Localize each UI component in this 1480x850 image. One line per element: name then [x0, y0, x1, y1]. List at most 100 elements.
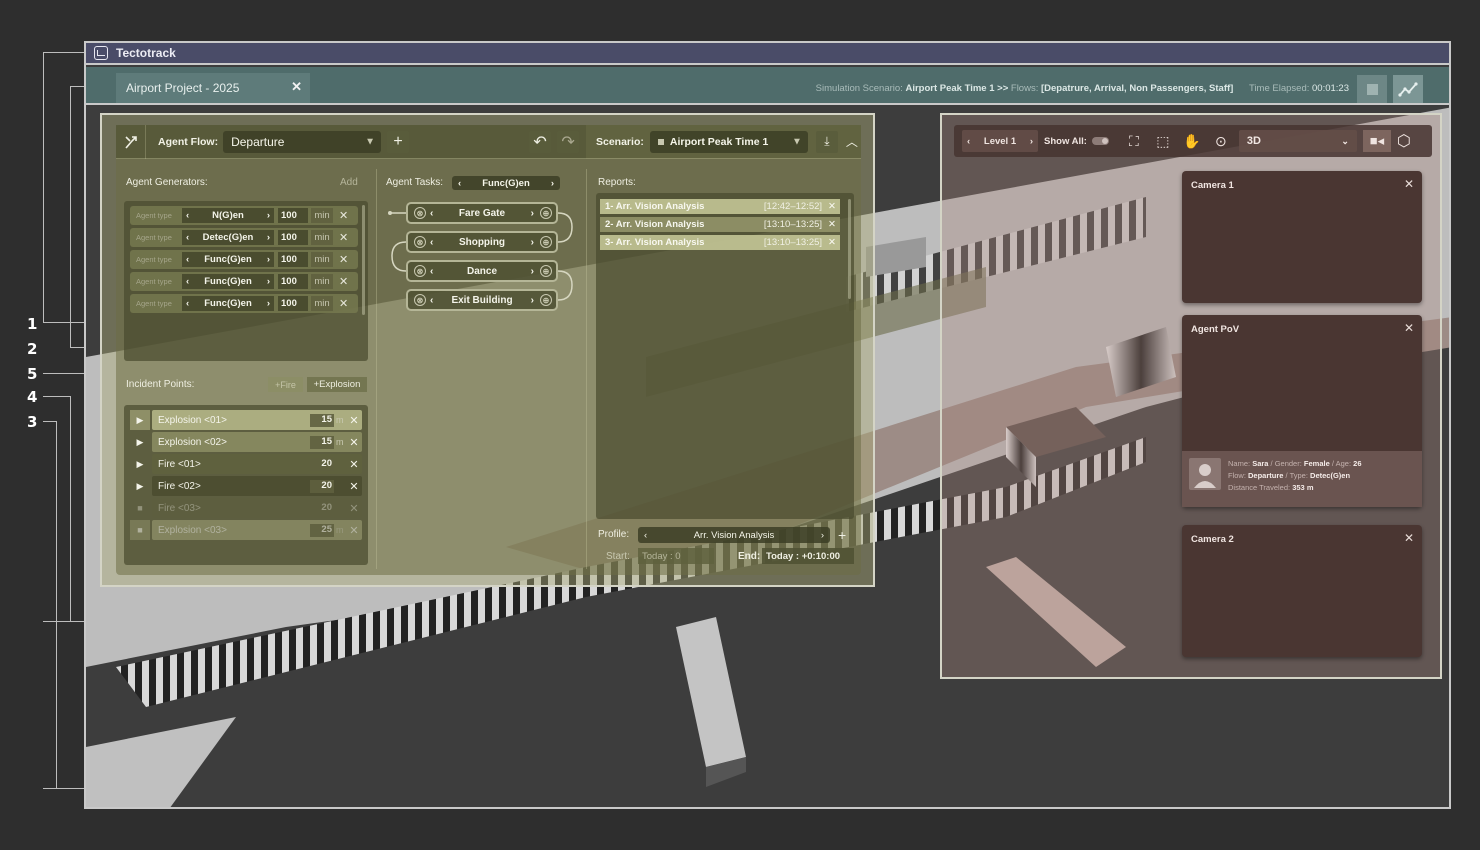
add-task-icon[interactable]: ⊕	[540, 207, 552, 219]
close-camera-icon[interactable]: ✕	[1404, 321, 1414, 335]
incident-radius[interactable]: 15	[310, 413, 334, 427]
task-generator-select[interactable]: ‹ Func(G)en ›	[452, 176, 560, 190]
show-all-toggle[interactable]	[1091, 137, 1109, 145]
remove-generator-icon[interactable]: ✕	[339, 297, 348, 310]
stop-button[interactable]	[1357, 75, 1387, 103]
stop-icon[interactable]: ■	[130, 498, 150, 518]
remove-generator-icon[interactable]: ✕	[339, 253, 348, 266]
target-icon[interactable]: ⊙	[1210, 130, 1232, 152]
import-scenario-button[interactable]: ⤓	[815, 130, 838, 153]
chevron-right-icon[interactable]: ›	[267, 276, 270, 287]
chevron-left-icon[interactable]: ‹	[458, 178, 461, 189]
chevron-left-icon[interactable]: ‹	[644, 530, 647, 541]
chevron-left-icon[interactable]: ‹	[186, 276, 189, 287]
remove-generator-icon[interactable]: ✕	[339, 231, 348, 244]
chevron-right-icon[interactable]: ›	[531, 237, 534, 248]
generator-select[interactable]: ‹ Detec(G)en ›	[182, 230, 274, 245]
report-row[interactable]: 1- Arr. Vision Analysis [12:42–12:52] ✕	[600, 199, 840, 214]
chevron-right-icon[interactable]: ›	[821, 530, 824, 541]
task-row[interactable]: ⊗ ‹ Shopping › ⊕	[406, 231, 558, 253]
remove-report-icon[interactable]: ✕	[828, 201, 836, 212]
chevron-left-icon[interactable]: ‹	[186, 298, 189, 309]
chevron-right-icon[interactable]: ›	[267, 298, 270, 309]
task-row[interactable]: ⊗ ‹ Fare Gate › ⊕	[406, 202, 558, 224]
incident-row[interactable]: ▶ Explosion <02> 15 m ✕	[130, 432, 362, 452]
collapse-panel-icon[interactable]: ︿	[846, 133, 858, 150]
chevron-right-icon[interactable]: ›	[551, 178, 554, 189]
close-tab-icon[interactable]: ✕	[291, 79, 302, 95]
incident-radius[interactable]: 20	[310, 457, 334, 471]
chevron-right-icon[interactable]: ›	[1030, 136, 1033, 147]
remove-incident-icon[interactable]: ✕	[346, 458, 362, 471]
play-icon[interactable]: ▶	[130, 476, 150, 496]
generator-select[interactable]: ‹ Func(G)en ›	[182, 274, 274, 289]
chevron-left-icon[interactable]: ‹	[186, 254, 189, 265]
camera-1-view[interactable]: Camera 1 ✕	[1182, 171, 1422, 303]
remove-incident-icon[interactable]: ✕	[346, 436, 362, 449]
chevron-right-icon[interactable]: ›	[531, 208, 534, 219]
chevron-right-icon[interactable]: ›	[267, 232, 270, 243]
remove-incident-icon[interactable]: ✕	[346, 524, 362, 537]
incident-row[interactable]: ■ Explosion <03> 25 m ✕	[130, 520, 362, 540]
chevron-right-icon[interactable]: ›	[267, 254, 270, 265]
end-time-input[interactable]: Today : +0:10:00	[762, 548, 854, 564]
generator-rate-input[interactable]: 100	[278, 274, 308, 289]
add-task-icon[interactable]: ⊕	[540, 294, 552, 306]
agent-flow-dropdown[interactable]: Departure ▼	[223, 130, 382, 153]
undo-button[interactable]: ↶	[529, 130, 552, 153]
task-row[interactable]: ⊗ ‹ Exit Building › ⊕	[406, 289, 558, 311]
generator-select[interactable]: ‹ N(G)en ›	[182, 208, 274, 223]
incident-row[interactable]: ▶ Fire <01> 20 ✕	[130, 454, 362, 474]
frame-select-icon[interactable]: ⬚	[1152, 130, 1174, 152]
incident-row[interactable]: ▶ Fire <02> 20 ✕	[130, 476, 362, 496]
remove-incident-icon[interactable]: ✕	[346, 414, 362, 427]
add-fire-button[interactable]: +Fire	[268, 377, 303, 392]
close-camera-icon[interactable]: ✕	[1404, 177, 1414, 191]
chevron-right-icon[interactable]: ›	[531, 295, 534, 306]
start-time-input[interactable]: Today : 0	[638, 548, 714, 564]
report-row[interactable]: 2- Arr. Vision Analysis [13:10–13:25] ✕	[600, 217, 840, 232]
remove-report-icon[interactable]: ✕	[828, 237, 836, 248]
chevron-left-icon[interactable]: ‹	[186, 232, 189, 243]
project-tab[interactable]: Airport Project - 2025 ✕	[116, 73, 310, 103]
stop-icon[interactable]: ■	[130, 520, 150, 540]
redo-button[interactable]: ↷	[557, 130, 580, 153]
camera-add-button[interactable]: ■◂	[1362, 130, 1391, 152]
flow-route-icon[interactable]	[116, 124, 146, 159]
remove-report-icon[interactable]: ✕	[828, 219, 836, 230]
hand-pan-icon[interactable]: ✋	[1181, 130, 1203, 152]
camera-2-view[interactable]: Camera 2 ✕	[1182, 525, 1422, 657]
close-camera-icon[interactable]: ✕	[1404, 531, 1414, 545]
profile-select[interactable]: ‹ Arr. Vision Analysis ›	[638, 527, 830, 543]
task-row[interactable]: ⊗ ‹ Dance › ⊕	[406, 260, 558, 282]
3d-cube-icon[interactable]: ⬡	[1397, 131, 1411, 151]
play-icon[interactable]: ▶	[130, 432, 150, 452]
generator-select[interactable]: ‹ Func(G)en ›	[182, 252, 274, 267]
remove-task-icon[interactable]: ⊗	[414, 294, 426, 306]
generator-rate-input[interactable]: 100	[278, 208, 308, 223]
incident-radius[interactable]: 15	[310, 435, 334, 449]
chevron-right-icon[interactable]: ›	[531, 266, 534, 277]
add-explosion-button[interactable]: +Explosion	[307, 377, 367, 392]
incident-radius[interactable]: 20	[310, 501, 334, 515]
incident-radius[interactable]: 20	[310, 479, 334, 493]
remove-task-icon[interactable]: ⊗	[414, 265, 426, 277]
generator-rate-input[interactable]: 100	[278, 230, 308, 245]
add-generator-link[interactable]: Add	[340, 177, 358, 188]
add-profile-icon[interactable]: +	[838, 527, 846, 543]
remove-generator-icon[interactable]: ✕	[339, 209, 348, 222]
focus-icon[interactable]: ⛶	[1123, 130, 1145, 152]
generator-rate-input[interactable]: 100	[278, 296, 308, 311]
generator-select[interactable]: ‹ Func(G)en ›	[182, 296, 274, 311]
scenario-dropdown[interactable]: Airport Peak Time 1 ▼	[649, 130, 808, 153]
add-task-icon[interactable]: ⊕	[540, 236, 552, 248]
remove-incident-icon[interactable]: ✕	[346, 480, 362, 493]
remove-task-icon[interactable]: ⊗	[414, 207, 426, 219]
generators-scrollbar[interactable]	[362, 205, 365, 315]
incident-row[interactable]: ■ Fire <03> 20 ✕	[130, 498, 362, 518]
incident-row[interactable]: ▶ Explosion <01> 15 m ✕	[130, 410, 362, 430]
chevron-right-icon[interactable]: ›	[267, 210, 270, 221]
agent-pov-view[interactable]: Agent PoV ✕ Name: Sara / Gender: Female …	[1182, 315, 1422, 507]
remove-generator-icon[interactable]: ✕	[339, 275, 348, 288]
chevron-left-icon[interactable]: ‹	[967, 136, 970, 147]
